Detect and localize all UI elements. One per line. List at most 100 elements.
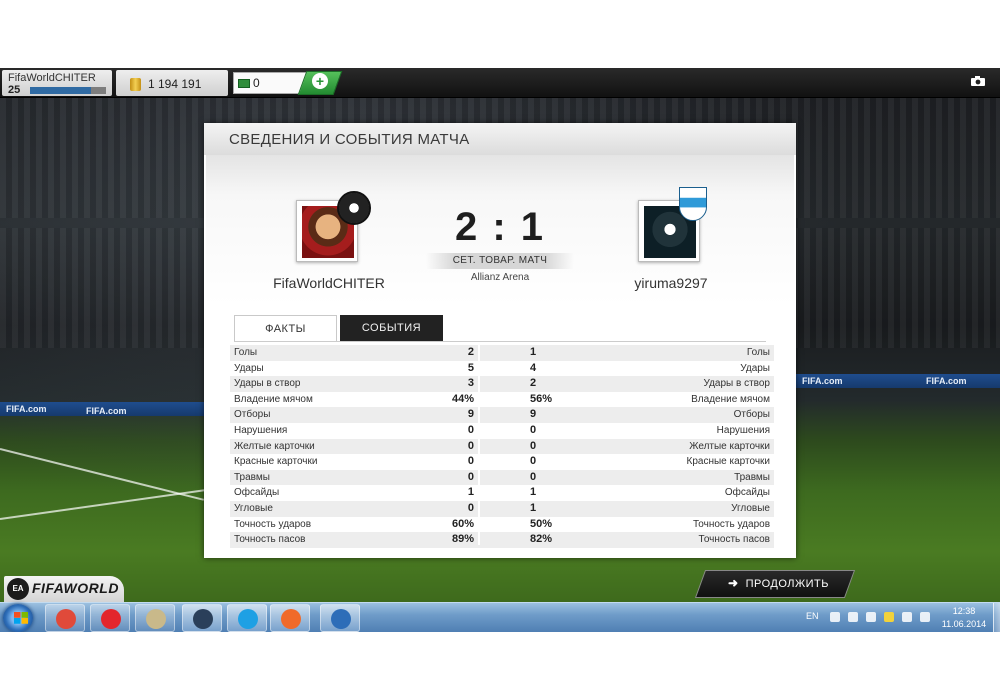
volume-icon[interactable]: [920, 612, 930, 622]
stat-away-value: 82%: [530, 533, 553, 546]
flag-icon[interactable]: [848, 612, 858, 622]
taskbar-tool-button[interactable]: [135, 604, 175, 632]
skype-icon: [238, 609, 258, 629]
stat-away-value: 1: [530, 346, 537, 358]
xp-progress-bar: [30, 87, 106, 94]
tab-facts[interactable]: ФАКТЫ: [234, 315, 337, 341]
arrow-right-icon: ➜: [728, 576, 739, 590]
venue: Allianz Arena: [470, 272, 530, 283]
stat-label-right: Голы: [746, 347, 770, 358]
stat-label-right: Удары в створ: [703, 378, 771, 390]
away-team-name: yiruma9297: [634, 275, 708, 291]
home-team-name: FifaWorldCHITER: [273, 275, 385, 291]
stat-label-left: Точность пасов: [234, 534, 306, 546]
continue-button-content[interactable]: ➜ ПРОДОЛЖИТЬ: [728, 576, 829, 594]
steam-icon: [193, 609, 213, 629]
stat-label-left: Удары: [234, 362, 264, 374]
stat-label-right: Офсайды: [724, 487, 770, 499]
tab-events[interactable]: СОБЫТИЯ: [340, 315, 443, 341]
stat-label-right: Нарушения: [716, 425, 770, 436]
stat-home-value: 5: [467, 361, 474, 374]
clock-time[interactable]: 12:38: [940, 606, 988, 616]
stat-label-left: Отборы: [234, 409, 271, 421]
stat-row: Владение мячом 44% 56% Владение мячом: [230, 392, 774, 408]
tab-divider: [234, 341, 766, 342]
fifa-world-logo: EA FIFAWORLD: [4, 576, 124, 602]
network-icon[interactable]: [902, 612, 912, 622]
show-desktop-button[interactable]: [993, 603, 1000, 632]
stat-home-value: 0: [467, 470, 474, 483]
player-name: FifaWorldCHITER: [8, 72, 96, 84]
stat-row: Удары 5 4 Удары: [230, 361, 774, 377]
tray-app-icon[interactable]: [866, 612, 876, 622]
fifa-points-display: 0: [233, 72, 307, 94]
stat-home-value: 0: [467, 455, 474, 468]
home-team-crest: [296, 191, 371, 262]
stat-row: Точность пасов 89% 82% Точность пасов: [230, 532, 774, 548]
stat-away-value: 50%: [530, 517, 553, 530]
taskbar-fifa-world-button[interactable]: [320, 604, 360, 632]
stat-home-value: 2: [467, 346, 474, 358]
language-indicator[interactable]: EN: [806, 611, 819, 621]
stat-row: Точность ударов 60% 50% Точность ударов: [230, 517, 774, 533]
stat-row: Красные карточки 0 0 Красные карточки: [230, 454, 774, 470]
stat-home-value: 3: [467, 377, 474, 390]
coins-icon: [130, 78, 141, 91]
stat-row: Желтые карточки 0 0 Желтые карточки: [230, 438, 774, 455]
taskbar-yandex-browser-button[interactable]: [90, 604, 130, 632]
panel-body: FifaWorldCHITER yiruma9297 2 : 1 СЕТ. ТО…: [206, 155, 794, 556]
stat-row: Отборы 9 9 Отборы: [230, 407, 774, 423]
match-details-panel: СВЕДЕНИЯ И СОБЫТИЯ МАТЧА FifaWorldCHITER…: [204, 123, 796, 558]
player-info[interactable]: FifaWorldCHITER 25: [2, 70, 112, 96]
taskbar-chrome-button[interactable]: [45, 604, 85, 632]
stat-label-right: Травмы: [734, 471, 770, 483]
tray-app-icon[interactable]: [884, 612, 894, 622]
xp-progress-fill: [30, 87, 91, 94]
stat-home-value: 0: [467, 424, 474, 436]
taskbar-skype-button[interactable]: [227, 604, 267, 632]
stat-label-right: Желтые карточки: [689, 440, 770, 452]
stat-label-left: Офсайды: [234, 487, 280, 499]
continue-button-label: ПРОДОЛЖИТЬ: [745, 578, 829, 590]
stat-label-right: Точность ударов: [692, 518, 770, 530]
stat-home-value: 9: [467, 408, 474, 421]
stat-row: Угловые 0 1 Угловые: [230, 501, 774, 517]
stat-away-value: 0: [530, 470, 537, 483]
origin-icon: [281, 609, 301, 629]
stat-home-value: 44%: [451, 392, 474, 405]
stat-away-value: 9: [530, 408, 537, 421]
stat-away-value: 4: [530, 361, 537, 374]
coins-value: 1 194 191: [148, 77, 202, 91]
camera-icon[interactable]: [971, 76, 985, 86]
stat-home-value: 1: [467, 486, 474, 499]
ea-sports-icon: EA: [7, 578, 29, 600]
match-score: 2 : 1: [454, 205, 546, 249]
start-button[interactable]: [3, 604, 33, 632]
stat-label-left: Красные карточки: [234, 456, 318, 468]
away-club-badge-icon: [679, 187, 707, 221]
taskbar-steam-button[interactable]: [182, 604, 222, 632]
tool-icon: [146, 609, 166, 629]
stat-label-right: Владение мячом: [691, 393, 770, 405]
stat-home-value: 0: [467, 502, 474, 514]
stat-home-value: 60%: [451, 517, 474, 530]
stat-row: Нарушения 0 0 Нарушения: [230, 423, 774, 439]
stat-label-right: Точность пасов: [698, 534, 771, 546]
stat-row: Голы 2 1 Голы: [230, 345, 774, 361]
top-bar: FifaWorldCHITER 25 1 194 191 0 +: [0, 68, 1000, 98]
stat-home-value: 89%: [451, 533, 474, 546]
stat-label-right: Угловые: [731, 503, 770, 514]
stat-label-right: Красные карточки: [686, 456, 770, 468]
windows-taskbar: EN 12:38 11.06.2014: [0, 602, 1000, 632]
taskbar-origin-button[interactable]: [270, 604, 310, 632]
windows-logo-icon: [14, 612, 28, 624]
stat-label-right: Удары: [740, 362, 770, 374]
clock-date[interactable]: 11.06.2014: [936, 619, 992, 629]
ad-board: FIFA.com: [86, 406, 127, 416]
panel-header: СВЕДЕНИЯ И СОБЫТИЯ МАТЧА: [204, 123, 796, 155]
chrome-icon: [56, 609, 76, 629]
fifa-world-logo-text: FIFAWORLD: [32, 580, 119, 596]
stat-home-value: 0: [467, 439, 474, 452]
show-hidden-icons-icon[interactable]: [830, 612, 840, 622]
plus-icon[interactable]: +: [312, 73, 328, 89]
